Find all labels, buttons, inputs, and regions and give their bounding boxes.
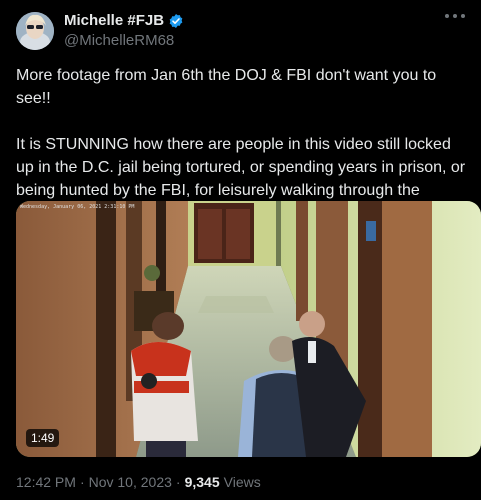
verified-badge-icon (168, 13, 184, 29)
views-label: Views (223, 474, 261, 490)
author-display-name[interactable]: Michelle #FJB (64, 12, 164, 29)
tweet-paragraph-1: More footage from Jan 6th the DOJ & FBI … (16, 67, 437, 107)
tweet-time[interactable]: 12:42 PM (16, 474, 76, 490)
meta-separator-2: · (175, 474, 181, 490)
video-duration-badge: 1:49 (26, 429, 60, 447)
more-options-icon[interactable] (445, 14, 465, 20)
author-name-row[interactable]: Michelle #FJB (64, 12, 184, 29)
tweet-meta: 12:42 PM · Nov 10, 2023 · 9,345 Views (16, 474, 261, 490)
meta-separator: · (79, 474, 85, 490)
tweet-date[interactable]: Nov 10, 2023 (89, 474, 172, 490)
avatar-image (16, 12, 54, 50)
video-player[interactable]: Wednesday, January 06, 2021 2:31:10 PM 1… (16, 201, 481, 457)
video-timestamp-overlay: Wednesday, January 06, 2021 2:31:10 PM (20, 204, 135, 210)
author-handle[interactable]: @MichelleRM68 (64, 32, 174, 49)
views-count[interactable]: 9,345 (185, 474, 220, 490)
video-frame (16, 201, 481, 457)
avatar[interactable] (16, 12, 54, 50)
